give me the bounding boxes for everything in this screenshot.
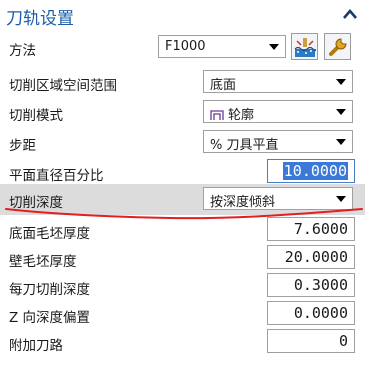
wall-stock-label: 壁毛坯厚度 (9, 254, 77, 270)
chevron-down-icon (336, 109, 346, 115)
cut-region-select[interactable]: 底面 (203, 70, 353, 93)
z-depth-offset-label: Z 向深度偏置 (9, 310, 91, 326)
row-cut-depth: 切削深度 按深度倾斜 (0, 184, 365, 215)
row-method: 方法 F1000 (0, 32, 365, 63)
contour-pattern-icon (210, 110, 224, 120)
wrench-icon (329, 38, 347, 56)
method-label: 方法 (9, 43, 36, 59)
stepover-value: % 刀具平直 (210, 138, 279, 153)
floor-stock-input[interactable]: 7.6000 (267, 217, 355, 241)
depth-per-cut-input[interactable]: 0.3000 (267, 273, 355, 297)
method-display-icon (294, 38, 316, 57)
method-edit-button[interactable] (324, 33, 351, 60)
stepover-label: 步距 (9, 138, 36, 154)
z-depth-offset-input[interactable]: 0.0000 (267, 301, 355, 325)
method-display-button[interactable] (291, 33, 318, 60)
section-header[interactable]: 刀轨设置 (0, 0, 365, 31)
cut-region-value: 底面 (210, 78, 237, 93)
cut-mode-value: 轮廓 (228, 108, 255, 123)
cut-depth-label: 切削深度 (9, 195, 63, 211)
cut-depth-select[interactable]: 按深度倾斜 (203, 187, 353, 210)
method-value: F1000 (165, 39, 206, 54)
chevron-down-icon (269, 44, 279, 50)
row-cut-mode: 切削模式 轮廓 (0, 97, 365, 128)
cut-region-label: 切削区域空间范围 (9, 78, 117, 94)
flat-diameter-percent-label: 平面直径百分比 (9, 168, 104, 184)
row-additional-passes: 附加刀路 0 (0, 327, 365, 358)
floor-stock-label: 底面毛坯厚度 (9, 226, 90, 242)
row-stepover: 步距 % 刀具平直 (0, 127, 365, 158)
wall-stock-input[interactable]: 20.0000 (267, 245, 355, 269)
method-select[interactable]: F1000 (158, 35, 286, 58)
row-cut-region: 切削区域空间范围 底面 (0, 67, 365, 98)
stepover-select[interactable]: % 刀具平直 (203, 130, 353, 153)
row-z-depth-offset: Z 向深度偏置 0.0000 (0, 299, 365, 330)
depth-per-cut-label: 每刀切削深度 (9, 282, 90, 298)
flat-diameter-percent-input[interactable]: 10.0000 (267, 159, 355, 183)
row-floor-stock: 底面毛坯厚度 7.6000 (0, 215, 365, 246)
chevron-up-icon[interactable] (343, 8, 357, 20)
row-depth-per-cut: 每刀切削深度 0.3000 (0, 271, 365, 302)
chevron-down-icon (336, 79, 346, 85)
cut-mode-select[interactable]: 轮廓 (203, 100, 353, 123)
section-title: 刀轨设置 (6, 9, 74, 29)
row-wall-stock: 壁毛坯厚度 20.0000 (0, 243, 365, 274)
tool-path-settings-panel: 刀轨设置 方法 F1000 切削区域空间范围 底面 切削模式 轮廓 步距 % 刀… (0, 0, 365, 366)
chevron-down-icon (336, 196, 346, 202)
chevron-down-icon (336, 139, 346, 145)
cut-depth-value: 按深度倾斜 (210, 195, 276, 210)
additional-passes-input[interactable]: 0 (267, 329, 355, 353)
flat-diameter-percent-value: 10.0000 (282, 162, 348, 180)
additional-passes-label: 附加刀路 (9, 338, 63, 354)
cut-mode-label: 切削模式 (9, 108, 63, 124)
